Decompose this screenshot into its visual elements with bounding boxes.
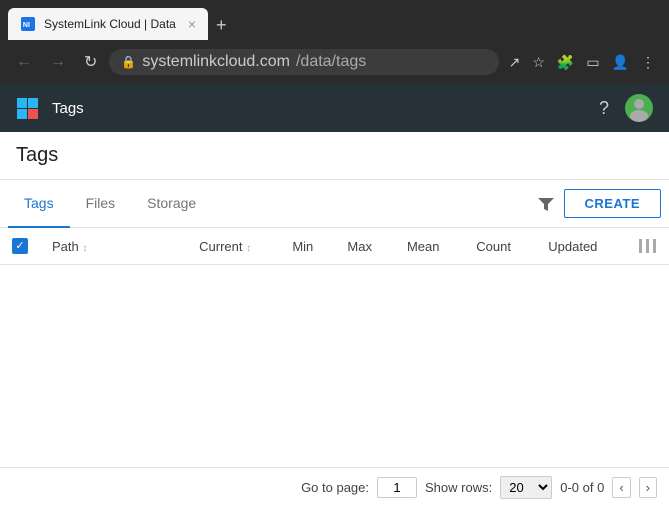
sidebar-button[interactable]: ▭ (582, 50, 603, 75)
th-actions (626, 228, 669, 265)
th-updated: Updated (536, 228, 626, 265)
address-input-wrap[interactable]: 🔒 systemlinkcloud.com /data/tags (109, 49, 498, 75)
table-container: Path ↕ Current ↕ Min Max Mean (0, 228, 669, 467)
rows-per-page-select[interactable]: 10 20 50 100 (500, 476, 552, 499)
page-header: Tags (0, 132, 669, 180)
table-header: Path ↕ Current ↕ Min Max Mean (0, 228, 669, 265)
current-sort-icon: ↕ (246, 243, 251, 254)
record-count-label: 0-0 of 0 (560, 480, 604, 495)
app-title: Tags (52, 100, 84, 117)
pagination-bar: Go to page: Show rows: 10 20 50 100 0-0 … (0, 467, 669, 507)
th-path[interactable]: Path ↕ (40, 228, 187, 265)
help-button[interactable]: ? (595, 94, 613, 123)
tab-tags[interactable]: Tags (8, 180, 70, 228)
tabs-bar: Tags Files Storage CREATE (0, 180, 669, 228)
back-button[interactable]: ← (10, 49, 38, 75)
tab-favicon: NI (20, 16, 36, 32)
tab-storage[interactable]: Storage (131, 180, 212, 228)
path-sort-icon: ↕ (82, 243, 87, 254)
prev-page-button[interactable]: ‹ (612, 477, 630, 498)
browser-chrome: NI SystemLink Cloud | Data × + ← → ↻ 🔒 s… (0, 0, 669, 84)
page-header-title: Tags (16, 144, 653, 167)
tab-files[interactable]: Files (70, 180, 132, 228)
th-checkbox (0, 228, 40, 265)
bookmark-button[interactable]: ☆ (528, 50, 549, 75)
th-max: Max (335, 228, 395, 265)
forward-button[interactable]: → (44, 49, 72, 75)
column-settings-icon[interactable] (638, 239, 657, 253)
extensions-button[interactable]: 🧩 (553, 50, 578, 75)
th-count: Count (464, 228, 536, 265)
go-to-page-label: Go to page: (301, 480, 369, 495)
create-button[interactable]: CREATE (564, 189, 661, 218)
show-rows-label: Show rows: (425, 480, 492, 495)
app-container: Tags ? Tags Tags Files Storage CREATE (0, 84, 669, 507)
profile-button[interactable]: 👤 (608, 50, 633, 75)
user-avatar[interactable] (625, 94, 653, 122)
reload-button[interactable]: ↻ (78, 48, 103, 76)
select-all-checkbox[interactable] (12, 238, 28, 254)
filter-icon (536, 194, 556, 214)
page-number-input[interactable] (377, 477, 417, 498)
new-tab-button[interactable]: + (208, 11, 235, 40)
address-domain: systemlinkcloud.com (142, 53, 290, 71)
share-button[interactable]: ↗ (505, 50, 525, 75)
data-table: Path ↕ Current ↕ Min Max Mean (0, 228, 669, 265)
svg-text:NI: NI (23, 22, 30, 29)
tab-close-button[interactable]: × (188, 16, 196, 32)
address-actions: ↗ ☆ 🧩 ▭ 👤 ⋮ (505, 50, 659, 75)
th-mean: Mean (395, 228, 464, 265)
app-logo (16, 96, 40, 120)
th-current[interactable]: Current ↕ (187, 228, 280, 265)
filter-button[interactable] (528, 186, 564, 222)
next-page-button[interactable]: › (639, 477, 657, 498)
active-tab[interactable]: NI SystemLink Cloud | Data × (8, 8, 208, 40)
address-bar: ← → ↻ 🔒 systemlinkcloud.com /data/tags ↗… (0, 40, 669, 84)
lock-icon: 🔒 (121, 55, 136, 69)
address-path: /data/tags (296, 53, 366, 71)
th-min: Min (280, 228, 335, 265)
tab-bar: NI SystemLink Cloud | Data × + (0, 0, 669, 40)
menu-button[interactable]: ⋮ (637, 50, 659, 75)
tab-title: SystemLink Cloud | Data (44, 17, 176, 31)
app-topbar: Tags ? (0, 84, 669, 132)
